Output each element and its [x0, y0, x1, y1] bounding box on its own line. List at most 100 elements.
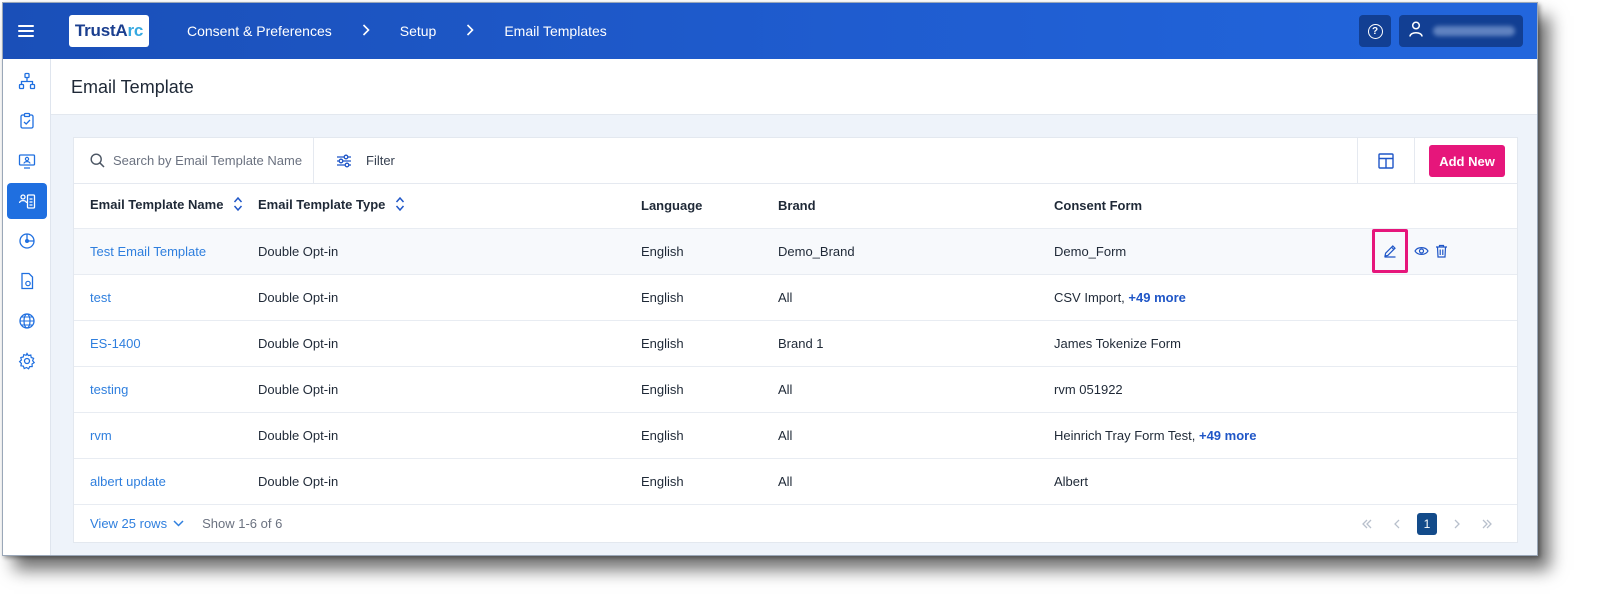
sidebar-item-network[interactable]	[7, 63, 47, 99]
table-row[interactable]: testing Double Opt-in English All rvm 05…	[74, 365, 1517, 412]
column-header-name[interactable]: Email Template Name	[74, 184, 258, 228]
user-icon	[1409, 20, 1423, 42]
template-language: English	[641, 457, 778, 504]
header-actions: ?	[1359, 15, 1523, 47]
edit-button[interactable]	[1372, 229, 1408, 273]
sidebar-item-contacts[interactable]	[7, 183, 47, 219]
row-actions	[1372, 319, 1517, 366]
chevron-right-icon	[466, 23, 474, 39]
preview-button[interactable]	[1414, 245, 1429, 257]
template-type: Double Opt-in	[258, 227, 641, 274]
column-header-type[interactable]: Email Template Type	[258, 184, 641, 228]
column-header-actions	[1372, 184, 1517, 228]
first-page-button[interactable]	[1357, 513, 1377, 535]
chevron-down-icon	[173, 520, 184, 527]
rows-per-page-label: View 25 rows	[90, 516, 168, 531]
breadcrumb-consent-preferences[interactable]: Consent & Preferences	[187, 23, 332, 39]
template-type: Double Opt-in	[258, 273, 641, 320]
left-sidebar	[3, 59, 51, 555]
breadcrumb-setup[interactable]: Setup	[400, 23, 437, 39]
column-settings-button[interactable]	[1357, 138, 1415, 184]
template-name-link[interactable]: albert update	[90, 474, 166, 489]
table-row[interactable]: ES-1400 Double Opt-in English Brand 1 Ja…	[74, 319, 1517, 366]
sliders-icon	[337, 154, 351, 167]
template-brand: All	[778, 457, 1054, 504]
search-input[interactable]	[113, 153, 303, 168]
row-actions	[1372, 457, 1517, 504]
template-brand: Brand 1	[778, 319, 1054, 366]
pagination: 1	[1347, 512, 1497, 535]
sort-icon[interactable]	[233, 196, 243, 215]
column-header-brand: Brand	[778, 198, 816, 214]
next-page-button[interactable]	[1447, 513, 1467, 535]
contact-list-icon	[18, 194, 36, 209]
template-name-link[interactable]: test	[90, 290, 111, 305]
help-button[interactable]: ?	[1359, 15, 1391, 47]
network-icon	[18, 72, 36, 90]
consent-form-value: James Tokenize Form	[1054, 335, 1181, 351]
user-name-redacted	[1433, 26, 1515, 36]
template-brand: All	[778, 273, 1054, 320]
row-actions	[1372, 411, 1517, 458]
filter-button[interactable]: Filter	[314, 153, 395, 168]
filter-label: Filter	[366, 153, 395, 168]
last-page-button[interactable]	[1477, 513, 1497, 535]
gear-icon	[18, 352, 36, 370]
user-menu-button[interactable]	[1399, 15, 1523, 47]
record-count: Show 1-6 of 6	[202, 516, 283, 531]
document-settings-icon	[21, 272, 34, 290]
table-row[interactable]: rvm Double Opt-in English All Heinrich T…	[74, 411, 1517, 458]
column-header-language: Language	[641, 198, 703, 214]
menu-icon[interactable]	[3, 3, 49, 59]
search-box	[74, 137, 314, 184]
sidebar-item-tasks[interactable]	[7, 103, 47, 139]
template-name-link[interactable]: Test Email Template	[90, 244, 206, 259]
row-actions	[1372, 365, 1517, 412]
top-header: TrustA rc Consent & Preferences Setup Ema…	[3, 3, 1537, 59]
table-footer: View 25 rows Show 1-6 of 6 1	[74, 504, 1517, 542]
template-name-link[interactable]: rvm	[90, 428, 112, 443]
page-title: Email Template	[71, 77, 194, 97]
template-language: English	[641, 273, 778, 320]
monitor-user-icon	[18, 154, 36, 169]
table-row[interactable]: test Double Opt-in English All CSV Impor…	[74, 273, 1517, 320]
table-row[interactable]: albert update Double Opt-in English All …	[74, 457, 1517, 504]
table-row[interactable]: Test Email Template Double Opt-in Englis…	[74, 227, 1517, 274]
template-language: English	[641, 227, 778, 274]
column-header-label: Email Template Name	[90, 197, 224, 213]
logo-text: TrustA	[74, 21, 128, 40]
analytics-icon	[19, 233, 35, 249]
template-consent-form: rvm 051922	[1054, 365, 1372, 412]
sidebar-item-monitor[interactable]	[7, 143, 47, 179]
column-header-label: Email Template Type	[258, 197, 386, 213]
template-name-link[interactable]: ES-1400	[90, 336, 141, 351]
eye-icon	[1414, 247, 1429, 255]
template-brand: All	[778, 365, 1054, 412]
page-number-button[interactable]: 1	[1417, 512, 1437, 535]
table-header-row: Email Template Name Email Template Type …	[74, 184, 1517, 228]
template-language: English	[641, 411, 778, 458]
sidebar-item-global[interactable]	[7, 303, 47, 339]
row-actions	[1372, 227, 1517, 274]
add-new-button[interactable]: Add New	[1429, 145, 1505, 177]
sort-icon[interactable]	[395, 196, 405, 215]
template-name-link[interactable]: testing	[90, 382, 128, 397]
clipboard-check-icon	[20, 112, 34, 129]
row-actions	[1372, 273, 1517, 320]
template-consent-form: Albert	[1054, 457, 1372, 504]
rows-per-page-dropdown[interactable]: View 25 rows	[90, 516, 184, 531]
more-forms-link[interactable]: +49 more	[1199, 428, 1256, 443]
consent-form-value: CSV Import,	[1054, 289, 1125, 305]
sidebar-item-settings[interactable]	[7, 343, 47, 379]
prev-page-button[interactable]	[1387, 513, 1407, 535]
delete-button[interactable]	[1435, 244, 1448, 258]
globe-icon	[19, 313, 35, 329]
more-forms-link[interactable]: +49 more	[1128, 290, 1185, 305]
trustarc-logo[interactable]: TrustA rc	[69, 15, 149, 47]
template-consent-form: Demo_Form	[1054, 227, 1372, 274]
breadcrumb-email-templates[interactable]: Email Templates	[504, 23, 606, 39]
sidebar-item-analytics[interactable]	[7, 223, 47, 259]
sidebar-item-documents[interactable]	[7, 263, 47, 299]
template-brand: Demo_Brand	[778, 227, 1054, 274]
template-language: English	[641, 365, 778, 412]
